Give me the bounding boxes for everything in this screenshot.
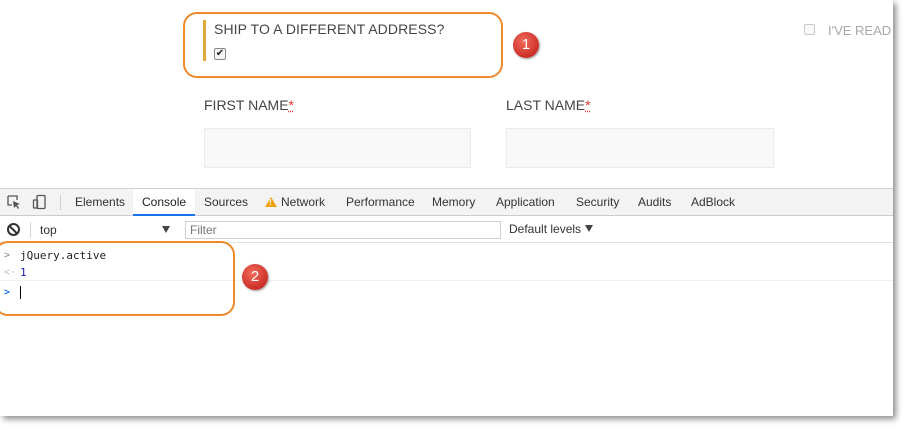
annotation-badge-1: 1: [513, 32, 539, 58]
tab-application[interactable]: Application: [487, 189, 564, 216]
terms-label: I'VE READ: [828, 23, 892, 38]
device-toolbar-icon[interactable]: [32, 194, 48, 210]
tab-sources[interactable]: Sources: [195, 189, 257, 216]
filter-divider: [30, 222, 31, 238]
tab-security[interactable]: Security: [567, 189, 628, 216]
tab-network-label: Network: [281, 195, 326, 209]
context-value: top: [40, 223, 57, 237]
clear-console-icon[interactable]: [7, 223, 20, 236]
tab-elements[interactable]: Elements: [66, 189, 134, 216]
tab-performance[interactable]: Performance: [337, 189, 424, 216]
last-name-input[interactable]: [506, 128, 774, 168]
first-name-label: FIRST NAME*: [204, 97, 294, 113]
highlight-ship-checkbox: [183, 12, 503, 78]
screenshot-frame: SHIP TO A DIFFERENT ADDRESS? ✔ I'VE READ…: [0, 0, 893, 416]
log-levels-select[interactable]: Default levels: [509, 222, 594, 236]
tab-memory[interactable]: Memory: [423, 189, 484, 216]
filter-input[interactable]: [185, 221, 501, 239]
first-name-input[interactable]: [204, 128, 471, 168]
tab-audits[interactable]: Audits: [629, 189, 680, 216]
dropdown-arrow-icon: [585, 225, 594, 232]
terms-checkbox[interactable]: [804, 24, 815, 35]
console-filter-bar: top Default levels: [0, 217, 893, 243]
inspect-element-icon[interactable]: [6, 194, 22, 210]
tab-adblock[interactable]: AdBlock: [682, 189, 744, 216]
annotation-badge-2: 2: [242, 264, 268, 290]
last-name-label: LAST NAME*: [506, 97, 591, 113]
devtools-tabbar: Elements Console Sources Network Perform…: [0, 189, 893, 216]
first-name-label-text: FIRST NAME: [204, 97, 289, 113]
log-levels-label: Default levels: [509, 222, 582, 236]
last-name-label-text: LAST NAME: [506, 97, 586, 113]
toolbar-divider: [60, 195, 61, 210]
context-select[interactable]: top: [40, 222, 172, 238]
tab-network[interactable]: Network: [256, 189, 334, 216]
required-marker: *: [288, 97, 294, 113]
dropdown-arrow-icon: [162, 226, 170, 233]
warning-icon: [265, 197, 277, 207]
highlight-console: [0, 241, 235, 316]
required-marker: *: [585, 97, 591, 113]
tab-console[interactable]: Console: [133, 189, 196, 216]
